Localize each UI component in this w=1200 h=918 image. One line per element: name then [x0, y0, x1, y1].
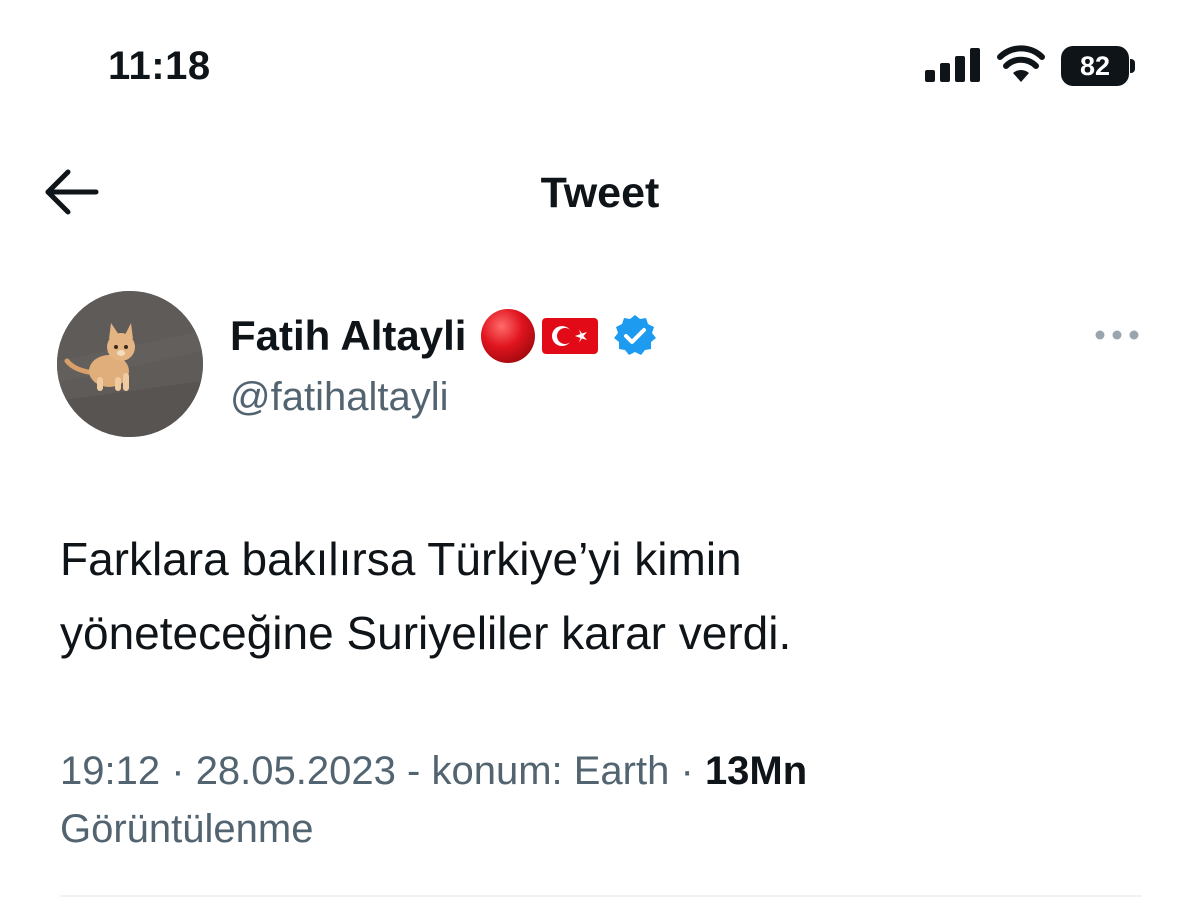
kitten-photo: [57, 291, 203, 437]
wifi-icon: [997, 45, 1045, 82]
battery-level: 82: [1061, 46, 1129, 86]
author-handle[interactable]: @fatihaltayli: [230, 372, 448, 422]
views-label: Görüntülenme: [60, 807, 314, 851]
author-name-row: Fatih Altayli: [230, 306, 658, 366]
tweet-text: Farklara bakılırsa Türkiye’yi kimin yöne…: [60, 522, 1140, 670]
avatar[interactable]: [57, 291, 203, 437]
tweet-time[interactable]: 19:12: [60, 749, 160, 793]
author-name[interactable]: Fatih Altayli: [230, 310, 466, 362]
tweet-date[interactable]: 28.05.2023: [196, 749, 396, 793]
tweet-meta-line: 19:12 · 28.05.2023 - konum: Earth · 13Mn: [60, 742, 1140, 800]
page-title: Tweet: [540, 169, 660, 217]
tweet-meta: 19:12 · 28.05.2023 - konum: Earth · 13Mn…: [60, 742, 1140, 858]
divider: [60, 895, 1142, 897]
status-time: 11:18: [108, 44, 211, 88]
battery-icon: 82: [1061, 46, 1135, 86]
tweet-text-line: yöneteceğine Suriyeliler karar verdi.: [60, 607, 792, 659]
cellular-signal-icon: [925, 48, 980, 82]
more-options-icon[interactable]: [1092, 322, 1142, 348]
verified-badge-icon: [614, 315, 657, 355]
meta-separator: ·: [680, 749, 694, 793]
turkey-flag-emoji: [542, 318, 599, 354]
tweet-location: konum: Earth: [431, 749, 670, 793]
meta-separator: ·: [171, 749, 185, 793]
meta-dash: -: [407, 749, 421, 793]
battery-cap: [1130, 59, 1135, 73]
tweet-text-line: Farklara bakılırsa Türkiye’yi kimin: [60, 533, 742, 585]
red-circle-emoji: [481, 309, 536, 363]
views-count[interactable]: 13Mn: [705, 749, 807, 793]
